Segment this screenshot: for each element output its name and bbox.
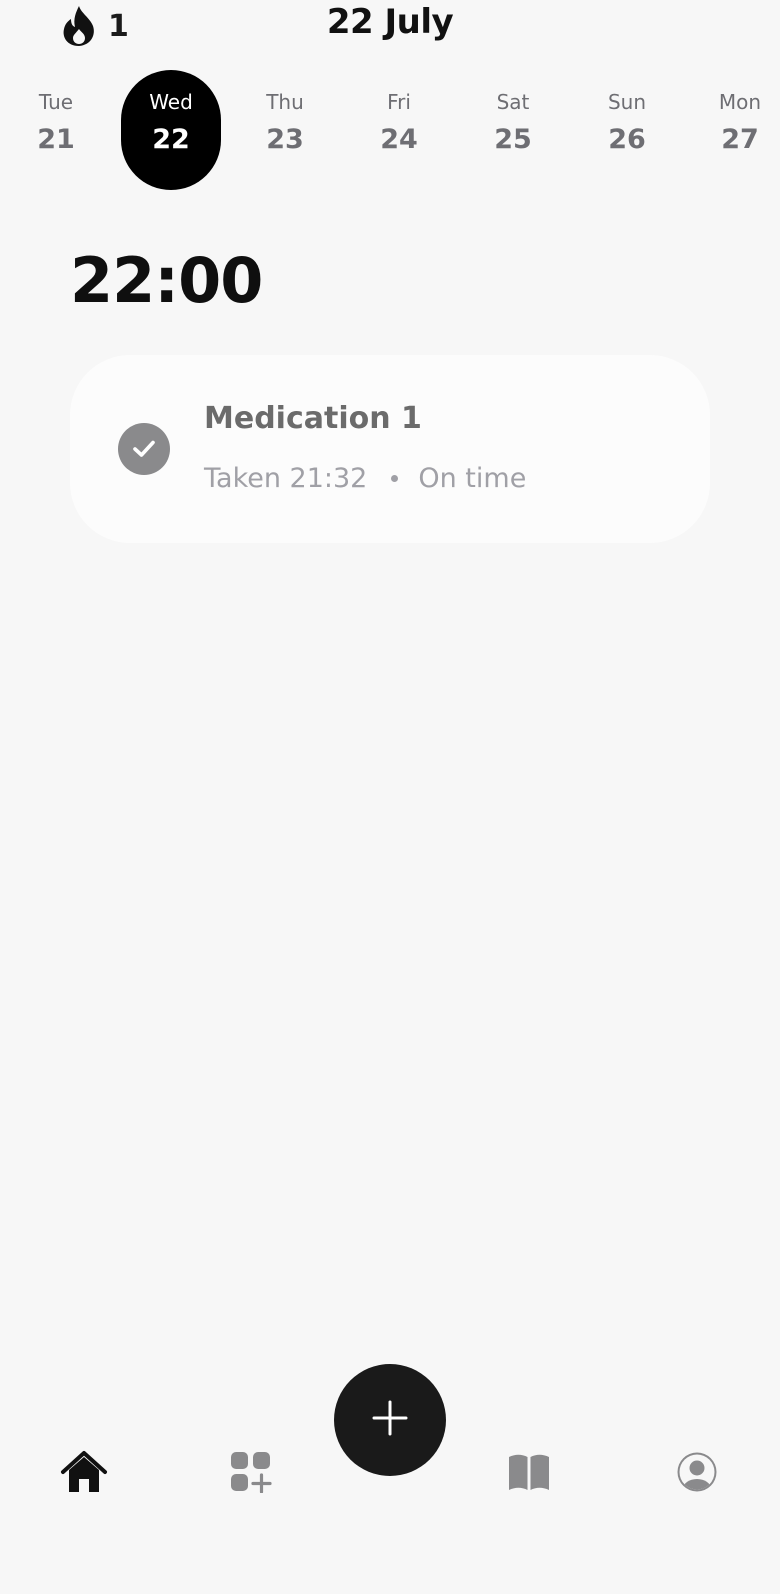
nav-add-apps[interactable] bbox=[221, 1444, 281, 1504]
medication-card[interactable]: Medication 1 Taken 21:32 On time bbox=[70, 355, 710, 543]
add-apps-icon bbox=[230, 1451, 272, 1497]
bottom-nav bbox=[0, 1360, 780, 1540]
day-number: 25 bbox=[494, 124, 532, 155]
header: 1 22 July bbox=[0, 0, 780, 52]
day-sun[interactable]: Sun 26 bbox=[577, 70, 677, 190]
day-number: 27 bbox=[721, 124, 759, 155]
book-icon bbox=[507, 1453, 551, 1495]
add-button[interactable] bbox=[334, 1364, 446, 1476]
day-sat[interactable]: Sat 25 bbox=[463, 70, 563, 190]
nav-profile[interactable] bbox=[667, 1444, 727, 1504]
day-number: 21 bbox=[37, 124, 75, 155]
day-name: Tue bbox=[38, 90, 74, 114]
day-name: Wed bbox=[149, 90, 193, 114]
profile-icon bbox=[676, 1451, 718, 1497]
day-number: 26 bbox=[608, 124, 646, 155]
week-strip: Tue 21 Wed 22 Thu 23 Fri 24 Sat 25 Sun 2… bbox=[0, 70, 780, 190]
day-number: 23 bbox=[266, 124, 304, 155]
home-icon bbox=[60, 1450, 108, 1498]
taken-check-icon[interactable] bbox=[118, 423, 170, 475]
day-name: Fri bbox=[387, 90, 411, 114]
day-name: Mon bbox=[718, 90, 762, 114]
medication-name: Medication 1 bbox=[204, 401, 422, 436]
page-title: 22 July bbox=[326, 2, 454, 42]
day-wed-selected[interactable]: Wed 22 bbox=[121, 70, 221, 190]
day-thu[interactable]: Thu 23 bbox=[235, 70, 335, 190]
day-name: Thu bbox=[266, 90, 304, 114]
separator-dot bbox=[391, 475, 399, 482]
nav-home[interactable] bbox=[54, 1444, 114, 1504]
day-name: Sun bbox=[607, 90, 647, 114]
day-number: 22 bbox=[152, 124, 190, 155]
timing-label: On time bbox=[418, 463, 527, 494]
day-name: Sat bbox=[496, 90, 530, 114]
schedule-time-heading: 22:00 bbox=[70, 244, 263, 317]
taken-time: Taken 21:32 bbox=[204, 463, 368, 494]
nav-library[interactable] bbox=[499, 1444, 559, 1504]
plus-icon bbox=[372, 1400, 408, 1440]
day-fri[interactable]: Fri 24 bbox=[349, 70, 449, 190]
medication-status: Taken 21:32 On time bbox=[204, 463, 526, 494]
day-tue[interactable]: Tue 21 bbox=[6, 70, 106, 190]
day-mon[interactable]: Mon 27 bbox=[690, 70, 780, 190]
day-number: 24 bbox=[380, 124, 418, 155]
